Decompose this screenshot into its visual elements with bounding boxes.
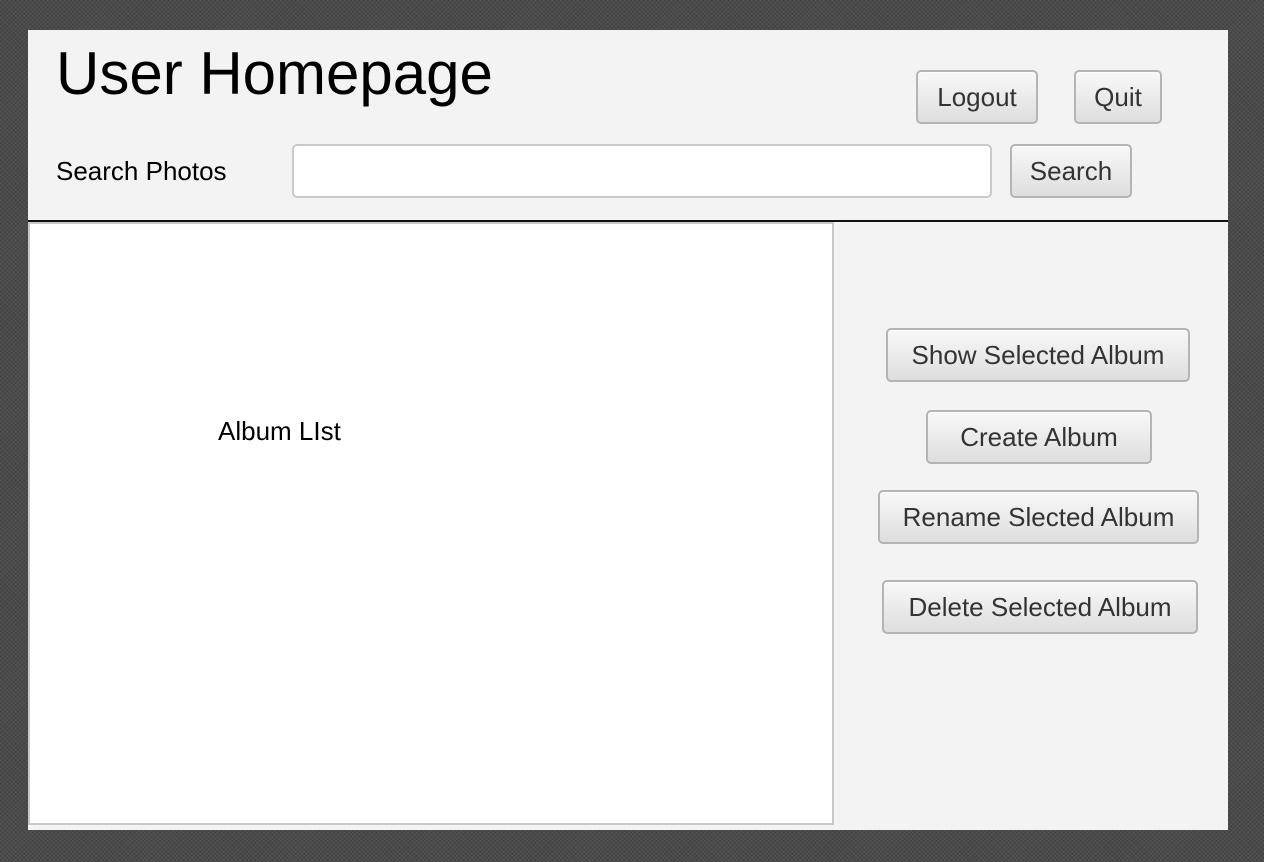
logout-button[interactable]: Logout xyxy=(916,70,1038,124)
rename-selected-album-button[interactable]: Rename Slected Album xyxy=(878,490,1199,544)
show-selected-album-button[interactable]: Show Selected Album xyxy=(886,328,1190,382)
quit-button[interactable]: Quit xyxy=(1074,70,1162,124)
search-input[interactable] xyxy=(292,144,992,198)
create-album-button[interactable]: Create Album xyxy=(926,410,1152,464)
search-photos-label: Search Photos xyxy=(56,156,227,186)
album-list[interactable]: Album LIst xyxy=(28,222,834,825)
app-window: User Homepage Logout Quit Search Photos … xyxy=(28,30,1228,830)
delete-selected-album-button[interactable]: Delete Selected Album xyxy=(882,580,1198,634)
search-button[interactable]: Search xyxy=(1010,144,1132,198)
page-title: User Homepage xyxy=(56,40,493,107)
album-list-placeholder-label: Album LIst xyxy=(218,416,341,446)
